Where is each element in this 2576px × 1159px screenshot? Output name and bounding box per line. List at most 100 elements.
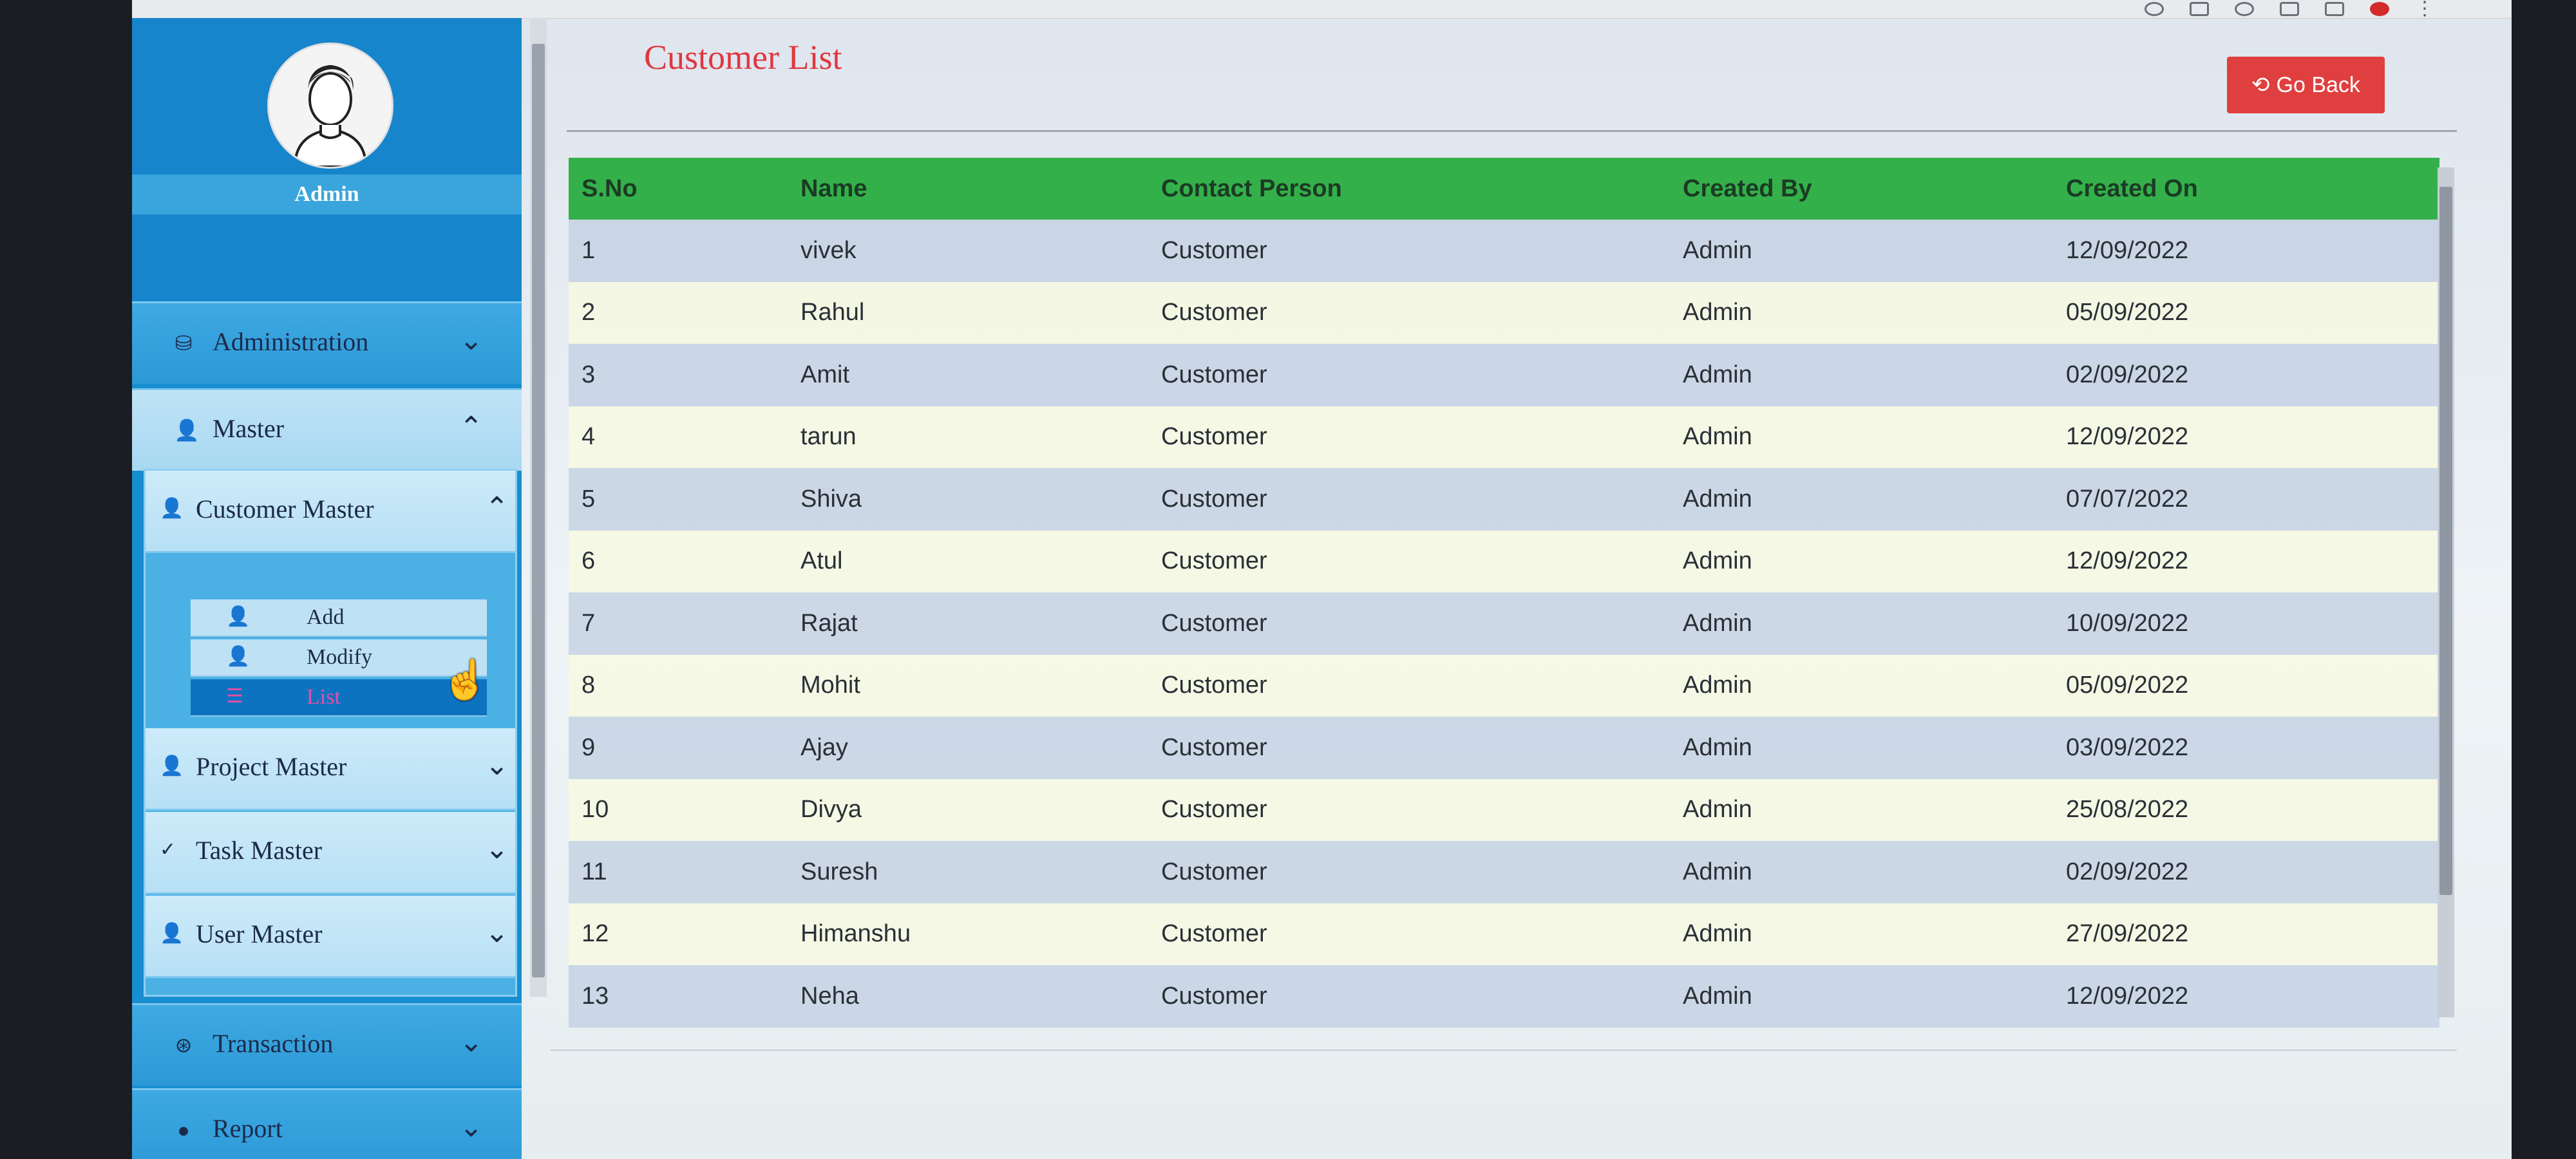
nav-transaction[interactable]: ⊛ Transaction ⌄ [132,1003,522,1086]
nav-report[interactable]: ● Report ⌄ [132,1088,522,1159]
cell-created-on: 12/09/2022 [2053,965,2439,1028]
page-title: Customer List [644,38,842,77]
download-icon[interactable] [2280,2,2299,16]
table-row[interactable]: 10 Divya Customer Admin 25/08/2022 [569,778,2439,841]
table-row[interactable]: 6 Atul Customer Admin 12/09/2022 [569,530,2439,592]
cell-created-on: 07/07/2022 [2053,468,2439,531]
chevron-down-icon: ⌄ [459,324,483,357]
cell-created-on: 12/09/2022 [2053,406,2439,468]
user-icon: 👤 [174,419,200,442]
table-row[interactable]: 12 Himanshu Customer Admin 27/09/2022 [569,903,2439,965]
cell-created-on: 05/09/2022 [2053,281,2439,344]
cell-contact-person: Customer [1148,592,1670,655]
cell-created-on: 10/09/2022 [2053,592,2439,655]
divider [567,130,2457,132]
chevron-up-icon: ⌃ [459,411,483,444]
customer-add[interactable]: 👤 Add [191,599,487,637]
browser-toolbar: ⋮ [132,0,2512,19]
header-created-by[interactable]: Created By [1670,158,2053,220]
table-body: 1 vivek Customer Admin 12/09/2022 2 Rahul Custo… [569,220,2439,1028]
scrollbar-thumb[interactable] [532,44,545,977]
customer-table: S.No Name Contact Person Created By Crea… [569,158,2452,1046]
menu-dots-icon[interactable]: ⋮ [2415,0,2434,19]
cell-created-by: Admin [1670,344,2053,406]
nav-master[interactable]: 👤 Master ⌃ [132,388,522,471]
list-icon: ☰ [226,686,243,707]
cell-sno: 2 [569,281,788,344]
cell-created-on: 27/09/2022 [2053,903,2439,965]
cell-created-by: Admin [1670,592,2053,655]
avatar-icon [269,44,392,167]
cell-sno: 1 [569,220,788,282]
master-submenu: 👤 Customer Master ⌃ 👤 Add 👤 Modify ☰ Lis… [144,469,517,997]
profile-area: Admin [132,18,522,301]
table-row[interactable]: 13 Neha Customer Admin 12/09/2022 [569,965,2439,1028]
cell-contact-person: Customer [1148,406,1670,468]
extension-icon[interactable] [2145,2,2164,16]
cell-created-by: Admin [1670,281,2053,344]
task-icon: ✓ [160,839,176,860]
cell-sno: 13 [569,965,788,1028]
header-created-on[interactable]: Created On [2053,158,2439,220]
cell-contact-person: Customer [1148,530,1670,592]
chevron-down-icon: ⌄ [485,916,509,949]
table-row[interactable]: 11 Suresh Customer Admin 02/09/2022 [569,841,2439,903]
table-row[interactable]: 3 Amit Customer Admin 02/09/2022 [569,344,2439,406]
cell-created-by: Admin [1670,220,2053,282]
table-row[interactable]: 4 tarun Customer Admin 12/09/2022 [569,406,2439,468]
table-row[interactable]: 2 Rahul Customer Admin 05/09/2022 [569,281,2439,344]
profile-icon[interactable] [2370,2,2389,16]
share-icon[interactable] [2190,2,2209,16]
nav-label: Report [213,1114,283,1143]
cell-created-on: 02/09/2022 [2053,344,2439,406]
cell-created-by: Admin [1670,903,2053,965]
chevron-down-icon: ⌄ [485,749,509,782]
undo-icon: ⟲ [2251,73,2270,97]
task-master[interactable]: ✓ Task Master ⌄ [146,812,515,894]
table-scrollbar[interactable] [2438,167,2454,1017]
cell-created-on: 12/09/2022 [2053,220,2439,282]
chevron-down-icon: ⌄ [459,1026,483,1059]
star-icon[interactable] [2235,2,2254,16]
table-row[interactable]: 8 Mohit Customer Admin 05/09/2022 [569,654,2439,717]
table-row[interactable]: 9 Ajay Customer Admin 03/09/2022 [569,717,2439,779]
header-contact-person[interactable]: Contact Person [1148,158,1670,220]
scrollbar-thumb[interactable] [2439,187,2452,895]
cell-sno: 11 [569,841,788,903]
cell-created-by: Admin [1670,530,2053,592]
chevron-down-icon: ⌄ [459,1111,483,1144]
nav-label: Transaction [213,1029,334,1058]
table-row[interactable]: 5 Shiva Customer Admin 07/07/2022 [569,468,2439,531]
user-edit-icon: 👤 [226,646,251,667]
cell-name: vivek [788,220,1148,282]
user-icon: 👤 [160,755,184,777]
cell-created-by: Admin [1670,717,2053,779]
cell-created-on: 25/08/2022 [2053,778,2439,841]
cell-name: Rahul [788,281,1148,344]
go-back-button[interactable]: ⟲ Go Back [2227,57,2385,113]
customer-master[interactable]: 👤 Customer Master ⌃ [146,471,515,553]
table-row[interactable]: 7 Rajat Customer Admin 10/09/2022 [569,592,2439,655]
submenu-label: User Master [196,919,323,948]
table-row[interactable]: 1 vivek Customer Admin 12/09/2022 [569,220,2439,282]
hand-cursor-icon: ☝ [441,658,489,701]
header-name[interactable]: Name [788,158,1148,220]
leaf-label: Modify [307,645,372,669]
nav-administration[interactable]: ⛁ Administration ⌄ [132,301,522,384]
cell-name: Divya [788,778,1148,841]
browser-icons: ⋮ [2145,0,2434,19]
window-icon[interactable] [2325,2,2344,16]
cell-created-by: Admin [1670,841,2053,903]
header-sno[interactable]: S.No [569,158,788,220]
user-master[interactable]: 👤 User Master ⌄ [146,896,515,978]
cell-sno: 5 [569,468,788,531]
cell-created-by: Admin [1670,406,2053,468]
project-master[interactable]: 👤 Project Master ⌄ [146,728,515,811]
cell-name: Mohit [788,654,1148,717]
screen: ⋮ Admin ⛁ Administration ⌄ 👤 Master ⌃ 👤 … [132,0,2512,1159]
transaction-icon: ⊛ [175,1033,193,1057]
cell-created-by: Admin [1670,778,2053,841]
database-icon: ⛁ [175,332,193,355]
page-scrollbar[interactable] [530,18,547,997]
cell-contact-person: Customer [1148,841,1670,903]
